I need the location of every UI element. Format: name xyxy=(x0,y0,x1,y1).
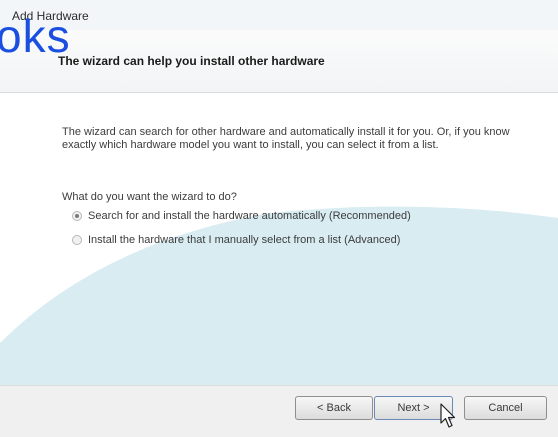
wizard-description: The wizard can search for other hardware… xyxy=(62,126,510,151)
option-manual-select[interactable]: Install the hardware that I manually sel… xyxy=(72,234,400,246)
option-manual-select-label: Install the hardware that I manually sel… xyxy=(88,234,401,246)
wizard-header-title: The wizard can help you install other ha… xyxy=(58,54,325,68)
back-button[interactable]: < Back xyxy=(295,396,373,420)
add-hardware-window: Add Hardware The wizard can help you ins… xyxy=(0,0,558,437)
radio-manual-select[interactable] xyxy=(72,235,82,245)
cancel-button[interactable]: Cancel xyxy=(464,396,547,420)
watermark-overlay: oks xyxy=(0,10,71,62)
wizard-question: What do you want the wizard to do? xyxy=(62,191,237,203)
title-bar: Add Hardware xyxy=(0,0,558,30)
option-search-automatically[interactable]: Search for and install the hardware auto… xyxy=(72,210,411,222)
mouse-cursor-icon xyxy=(440,403,456,428)
wizard-content: The wizard can search for other hardware… xyxy=(0,93,558,386)
radio-search-automatically[interactable] xyxy=(72,211,82,221)
option-search-automatically-label: Search for and install the hardware auto… xyxy=(88,210,411,222)
